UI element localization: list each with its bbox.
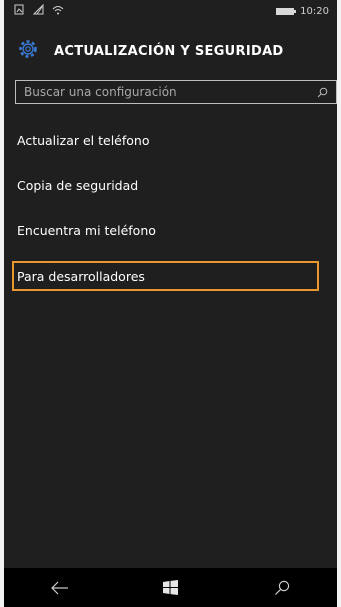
search-input[interactable]: Buscar una configuración <box>15 80 337 104</box>
page-header: ACTUALIZACIÓN Y SEGURIDAD <box>16 38 284 64</box>
gear-icon <box>16 37 40 65</box>
status-bar: 10:20 <box>4 0 337 22</box>
status-icons-left <box>14 3 64 18</box>
navigation-bar <box>4 568 337 607</box>
windows-logo-icon[interactable] <box>151 573 191 603</box>
menu-item-label: Encuentra mi teléfono <box>17 222 156 238</box>
page-title: ACTUALIZACIÓN Y SEGURIDAD <box>54 43 284 59</box>
menu-item-label: Actualizar el teléfono <box>17 132 150 148</box>
status-time: 10:20 <box>300 5 329 17</box>
settings-screen: 10:20 ACTUALIZACIÓN Y SEGURIDAD Buscar u… <box>0 0 341 607</box>
notification-icon <box>14 4 25 18</box>
search-placeholder: Buscar una configuración <box>24 85 177 99</box>
menu-item-label: Para desarrolladores <box>17 268 145 284</box>
menu-item-copia-seguridad[interactable]: Copia de seguridad <box>17 169 317 201</box>
menu-item-actualizar-telefono[interactable]: Actualizar el teléfono <box>17 124 317 156</box>
search-icon[interactable] <box>262 573 302 603</box>
battery-icon <box>276 7 297 15</box>
wifi-icon <box>52 5 64 18</box>
status-icons-right: 10:20 <box>276 6 329 17</box>
back-arrow-icon[interactable] <box>40 573 80 603</box>
search-icon[interactable] <box>317 87 328 98</box>
menu-item-encuentra-telefono[interactable]: Encuentra mi teléfono <box>17 214 317 246</box>
signal-icon <box>32 3 44 18</box>
menu-item-label: Copia de seguridad <box>17 177 139 193</box>
menu-item-para-desarrolladores[interactable]: Para desarrolladores <box>12 261 319 291</box>
